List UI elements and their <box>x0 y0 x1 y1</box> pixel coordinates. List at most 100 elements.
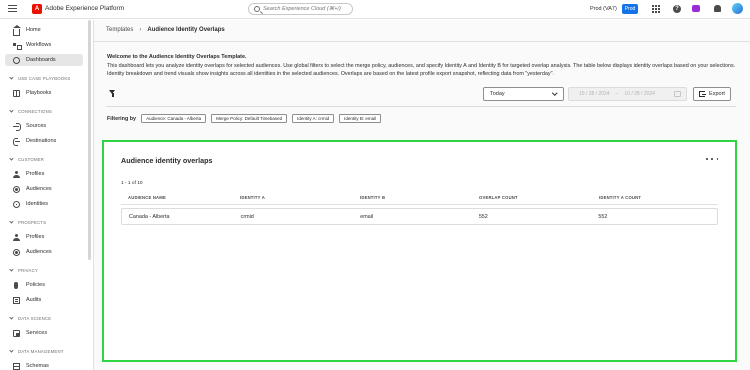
sidebar-item-services[interactable]: Services <box>5 327 83 339</box>
chevron-down-icon <box>9 156 14 161</box>
export-icon <box>699 91 707 97</box>
date-range-separator: – <box>615 91 619 97</box>
sidebar-item-identities[interactable]: Identities <box>5 198 83 210</box>
service-icon <box>13 329 20 337</box>
section-customer[interactable]: CUSTOMER <box>9 156 44 162</box>
audience-icon <box>13 248 20 256</box>
column-header-identity-a-count[interactable]: IDENTITY A COUNT <box>599 195 718 200</box>
breadcrumb: Templates › Audience Identity Overlaps <box>106 27 225 33</box>
chevron-down-icon <box>9 267 14 272</box>
workflow-icon <box>13 42 22 50</box>
person-icon <box>13 170 20 178</box>
source-icon <box>13 122 21 131</box>
org-switcher[interactable]: Prod (VA7) <box>590 6 617 12</box>
dashboard-icon <box>13 56 20 64</box>
sidebar-item-destinations[interactable]: Destinations <box>5 135 83 147</box>
sidebar-item-home[interactable]: Home <box>5 24 83 36</box>
filter-chip-merge-policy[interactable]: Merge Policy: Default Timebased <box>211 114 288 123</box>
destination-icon <box>13 137 20 146</box>
sidebar-item-label: Profiles <box>26 234 45 240</box>
audit-icon <box>13 296 20 304</box>
welcome-description: This dashboard lets you analyze identity… <box>107 63 736 78</box>
cell-identity-a-count: 552 <box>598 213 608 220</box>
date-preset-value: Today <box>490 91 505 97</box>
sidebar-item-label: Playbooks <box>26 90 52 96</box>
filter-divider <box>106 106 736 107</box>
app-title[interactable]: Adobe Experience Platform <box>45 5 124 12</box>
sidebar-item-sources[interactable]: Sources <box>5 120 83 132</box>
section-use-case-playbooks[interactable]: USE CASE PLAYBOOKS <box>9 75 70 81</box>
sidebar-item-playbooks[interactable]: Playbooks <box>5 87 83 99</box>
chevron-down-icon <box>9 108 14 113</box>
column-header-audience-name[interactable]: AUDIENCE NAME <box>121 195 240 200</box>
section-data-science[interactable]: DATA SCIENCE <box>9 315 51 321</box>
card-title: Audience identity overlaps <box>121 156 213 165</box>
more-options-icon[interactable] <box>706 156 718 162</box>
sidebar-item-prospect-audiences[interactable]: Audiences <box>5 246 83 258</box>
user-avatar[interactable] <box>732 3 743 14</box>
filter-chip-identity-b[interactable]: Identity B: email <box>339 114 382 123</box>
column-header-identity-a[interactable]: IDENTITY A <box>240 195 360 200</box>
export-label: Export <box>709 91 725 97</box>
book-icon <box>13 89 20 97</box>
main-content: Templates › Audience Identity Overlaps W… <box>93 20 750 370</box>
export-button[interactable]: Export <box>693 87 731 101</box>
filter-label: Filtering by <box>107 115 137 122</box>
sidebar-item-label: Sources <box>26 123 47 129</box>
chevron-down-icon <box>551 90 557 96</box>
chevron-down-icon <box>9 75 14 80</box>
search-icon <box>254 6 260 12</box>
page-title: Audience Identity Overlaps <box>147 27 225 33</box>
sandbox-badge[interactable]: Prod <box>622 4 638 14</box>
date-preset-dropdown[interactable]: Today <box>483 87 564 101</box>
date-range-end: 10 / 28 / 2024 <box>624 91 655 97</box>
filter-chip-audience[interactable]: Audience: Canada - Alberta <box>141 114 207 123</box>
top-bar: A Adobe Experience Platform Prod (VA7) P… <box>0 0 750 19</box>
sidebar-item-label: Audiences <box>26 249 52 255</box>
apps-grid-icon[interactable] <box>651 4 661 14</box>
sidebar-item-audits[interactable]: Audits <box>5 294 83 306</box>
date-range-picker[interactable]: 10 / 28 / 2024 – 10 / 28 / 2024 <box>568 87 687 101</box>
section-prospects[interactable]: PROSPECTS <box>9 219 46 225</box>
sidebar-item-dashboards[interactable]: Dashboards <box>5 54 83 66</box>
active-filters: Filtering by Audience: Canada - Alberta … <box>107 114 386 123</box>
table-header: AUDIENCE NAME IDENTITY A IDENTITY B OVER… <box>121 191 718 205</box>
cell-audience-name: Canada - Alberta <box>129 213 170 220</box>
sidebar-item-policies[interactable]: Policies <box>5 279 83 291</box>
sidebar-item-label: Audits <box>26 297 42 303</box>
table-row[interactable]: Canada - Alberta crmid email 552 552 <box>121 208 718 225</box>
overlaps-table: AUDIENCE NAME IDENTITY A IDENTITY B OVER… <box>121 191 718 225</box>
search-input[interactable] <box>263 4 351 14</box>
sidebar-item-customer-audiences[interactable]: Audiences <box>5 183 83 195</box>
column-header-overlap-count[interactable]: OVERLAP COUNT <box>479 195 599 200</box>
sidebar-item-workflows[interactable]: Workflows <box>5 39 83 51</box>
section-connections[interactable]: CONNECTIONS <box>9 108 52 114</box>
filter-icon[interactable] <box>109 90 116 97</box>
audience-identity-overlaps-card: Audience identity overlaps 1 - 1 of 10 A… <box>102 140 737 362</box>
section-data-management[interactable]: DATA MANAGEMENT <box>9 348 64 354</box>
sidebar-item-label: Identities <box>26 201 49 207</box>
sidebar-item-label: Home <box>26 27 41 33</box>
filter-chip-identity-a[interactable]: Identity A: crmid <box>292 114 335 123</box>
sidebar-item-label: Services <box>26 330 48 336</box>
schema-icon <box>13 362 20 370</box>
cell-identity-a: crmid <box>240 213 254 220</box>
feedback-icon[interactable] <box>691 4 701 14</box>
sidebar-item-prospect-profiles[interactable]: Profiles <box>5 231 83 243</box>
sidebar-item-customer-profiles[interactable]: Profiles <box>5 168 83 180</box>
section-privacy[interactable]: PRIVACY <box>9 267 38 273</box>
policy-icon <box>13 281 20 289</box>
notifications-bell-icon[interactable] <box>712 4 722 14</box>
help-icon[interactable]: ? <box>672 4 682 14</box>
hamburger-menu-icon[interactable] <box>8 5 17 13</box>
sidebar-item-schemas[interactable]: Schemas <box>5 360 83 370</box>
global-search[interactable] <box>248 3 353 15</box>
calendar-icon[interactable] <box>674 91 681 97</box>
sidebar-scrollbar[interactable] <box>88 20 91 260</box>
adobe-logo[interactable]: A <box>32 4 42 14</box>
left-nav: Home Workflows Dashboards USE CASE PLAYB… <box>0 20 92 370</box>
sidebar-item-label: Schemas <box>26 363 49 369</box>
column-header-identity-b[interactable]: IDENTITY B <box>360 195 479 200</box>
breadcrumb-separator: › <box>139 27 142 33</box>
breadcrumb-templates-link[interactable]: Templates <box>106 27 133 33</box>
